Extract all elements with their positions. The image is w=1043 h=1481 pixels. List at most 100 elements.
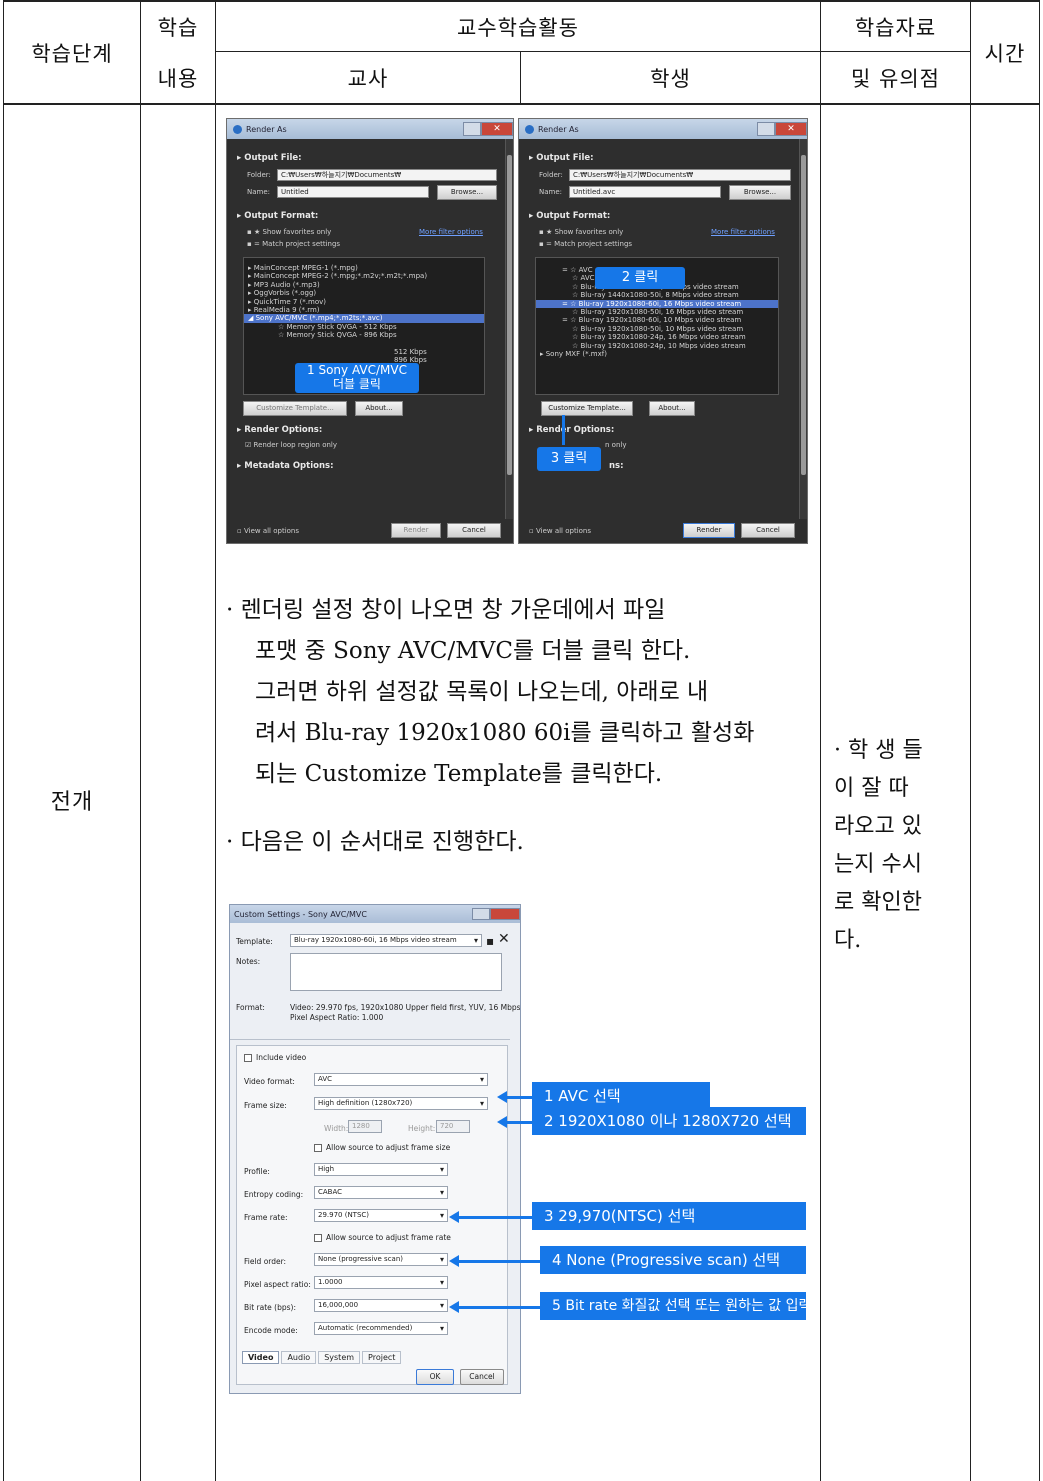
- settings-tabs: Video Audio System Project: [242, 1351, 402, 1364]
- list-item[interactable]: ☆ Blu-ray 1920x1080-24p, 16 Mbps video s…: [536, 333, 778, 341]
- field-order-select[interactable]: None (progressive scan): [314, 1253, 448, 1266]
- stage-value: 전개: [50, 790, 94, 815]
- allow-frame-size-checkbox[interactable]: [314, 1144, 322, 1152]
- render-button[interactable]: Render: [683, 523, 735, 538]
- name-label: Name:: [539, 188, 563, 196]
- list-item[interactable]: = ☆ Blu-ray 1920x1080-60i, 10 Mbps video…: [536, 316, 778, 324]
- format-line-1: Video: 29.970 fps, 1920x1080 Upper field…: [290, 1003, 521, 1012]
- match-project-option[interactable]: ▪ = Match project settings: [539, 240, 632, 248]
- help-button[interactable]: [472, 908, 490, 920]
- render-options-heading: ▸ Render Options:: [529, 425, 615, 435]
- more-filter-link[interactable]: More filter options: [711, 228, 775, 236]
- callout-arrow: [562, 415, 565, 445]
- bitrate-select[interactable]: 16,000,000: [314, 1299, 448, 1312]
- par-select[interactable]: 1.0000: [314, 1276, 448, 1289]
- render-button[interactable]: Render: [391, 523, 441, 538]
- list-item[interactable]: ▸ MP3 Audio (*.mp3): [244, 281, 484, 289]
- loop-region-checkbox[interactable]: ☑ Render loop region only: [245, 441, 337, 449]
- app-icon: [233, 124, 242, 134]
- frame-rate-select[interactable]: 29.970 (NTSC): [314, 1209, 448, 1222]
- close-button[interactable]: [490, 908, 520, 920]
- callout-step-3: 3 클릭: [537, 447, 601, 471]
- name-field[interactable]: Untitled: [277, 186, 429, 198]
- step-5-arrow: [449, 1301, 540, 1313]
- view-all-checkbox[interactable]: ▫ View all options: [237, 527, 299, 535]
- list-item[interactable]: ☆ Blu-ray 1920x1080-50i, 10 Mbps video s…: [536, 325, 778, 333]
- browse-button[interactable]: Browse...: [729, 185, 791, 200]
- field-order-label: Field order:: [244, 1257, 287, 1266]
- profile-label: Profile:: [244, 1167, 270, 1176]
- list-item-selected[interactable]: ◢ Sony AVC/MVC (*.mp4;*.m2ts;*.avc): [244, 314, 484, 323]
- header-content-bottom: 내용: [157, 66, 199, 91]
- encode-mode-select[interactable]: Automatic (recommended): [314, 1322, 448, 1335]
- include-video-checkbox[interactable]: [244, 1054, 252, 1062]
- list-item[interactable]: ☆ Blu-ray 1920x1080-24p, 10 Mbps video s…: [536, 342, 778, 350]
- list-item[interactable]: ▸ Sony MXF (*.mxf): [536, 350, 778, 358]
- more-filter-link[interactable]: More filter options: [419, 228, 483, 236]
- list-item[interactable]: 512 Kbps: [244, 348, 484, 356]
- divider: [230, 1039, 510, 1040]
- list-item[interactable]: ☆ Memory Stick QVGA - 512 Kbps: [244, 323, 484, 331]
- paragraph-line: 려서 Blu-ray 1920x1080 60i를 클릭하고 활성화: [255, 720, 755, 746]
- note-line: 라오고 있: [834, 814, 922, 839]
- teacher-notes: · 학 생 들 이 잘 따 라오고 있 는지 수시 로 확인한 다.: [834, 732, 964, 960]
- height-field[interactable]: 720: [436, 1120, 470, 1133]
- paragraph-line: 포맷 중 Sony AVC/MVC를 더블 클릭 한다.: [255, 638, 691, 664]
- tab-audio[interactable]: Audio: [281, 1351, 317, 1364]
- show-favorites-option[interactable]: ▪ ★ Show favorites only: [247, 228, 331, 236]
- template-select[interactable]: Blu-ray 1920x1080-60i, 16 Mbps video str…: [290, 934, 482, 947]
- tab-project[interactable]: Project: [362, 1351, 402, 1364]
- cancel-button[interactable]: Cancel: [741, 523, 795, 538]
- custom-settings-dialog: Custom Settings - Sony AVC/MVC Template:…: [229, 904, 521, 1394]
- folder-field[interactable]: C:₩Users₩하늘지기₩Documents₩: [569, 169, 791, 181]
- list-item[interactable]: ☆ Memory Stick QVGA - 896 Kbps: [244, 331, 484, 339]
- folder-field[interactable]: C:₩Users₩하늘지기₩Documents₩: [277, 169, 497, 181]
- view-all-checkbox[interactable]: ▫ View all options: [529, 527, 591, 535]
- delete-icon[interactable]: ✕: [498, 931, 510, 947]
- browse-button[interactable]: Browse...: [437, 185, 497, 200]
- list-item[interactable]: ▸ QuickTime 7 (*.mov): [244, 298, 484, 306]
- width-field[interactable]: 1280: [348, 1120, 382, 1133]
- tab-system[interactable]: System: [318, 1351, 361, 1364]
- dialog-title: Custom Settings - Sony AVC/MVC: [234, 909, 367, 919]
- cancel-button[interactable]: Cancel: [447, 523, 501, 538]
- scrollbar[interactable]: [505, 139, 513, 519]
- customize-template-button[interactable]: Customize Template...: [541, 401, 633, 416]
- save-icon[interactable]: ▪: [486, 934, 494, 948]
- list-item[interactable]: ▸ RealMedia 9 (*.rm): [244, 306, 484, 314]
- help-button[interactable]: [463, 122, 481, 136]
- ok-button[interactable]: OK: [416, 1369, 454, 1385]
- entropy-select[interactable]: CABAC: [314, 1186, 448, 1199]
- list-item-selected[interactable]: = ☆ Blu-ray 1920x1080-60i, 16 Mbps video…: [536, 299, 778, 309]
- scrollbar[interactable]: [799, 139, 807, 519]
- render-as-dialog-left: Render As ✕ ▸ Output File: Folder: C:₩Us…: [226, 118, 514, 544]
- frame-size-select[interactable]: High definition (1280x720): [314, 1097, 488, 1110]
- close-button[interactable]: ✕: [775, 122, 807, 136]
- note-line: 로 확인한: [834, 890, 922, 915]
- about-button[interactable]: About...: [355, 401, 403, 416]
- customize-template-button[interactable]: Customize Template...: [243, 401, 347, 416]
- list-item[interactable]: ▸ MainConcept MPEG-2 (*.mpg;*.m2v;*.m2t;…: [244, 272, 484, 280]
- instruction-paragraph: · 렌더링 설정 창이 나오면 창 가운데에서 파일 포맷 중 Sony AVC…: [226, 590, 816, 795]
- par-label: Pixel aspect ratio:: [244, 1280, 311, 1289]
- header-materials-bottom: 및 유의점: [851, 66, 940, 91]
- name-field[interactable]: Untitled.avc: [569, 186, 721, 198]
- close-button[interactable]: ✕: [481, 122, 513, 136]
- list-item[interactable]: ☆ Blu-ray 1920x1080-50i, 16 Mbps video s…: [536, 308, 778, 316]
- notes-field[interactable]: [290, 953, 502, 991]
- dialog-title: Render As: [538, 124, 579, 134]
- tab-video[interactable]: Video: [242, 1351, 280, 1364]
- list-item[interactable]: ▸ MainConcept MPEG-1 (*.mpg): [244, 264, 484, 272]
- show-favorites-option[interactable]: ▪ ★ Show favorites only: [539, 228, 623, 236]
- output-file-heading: ▸ Output File:: [529, 153, 594, 163]
- note-line: 는지 수시: [834, 852, 922, 877]
- allow-frame-rate-checkbox[interactable]: [314, 1234, 322, 1242]
- list-item[interactable]: ☆ Blu-ray 1440x1080-50i, 8 Mbps video st…: [536, 291, 778, 299]
- help-button[interactable]: [757, 122, 775, 136]
- list-item[interactable]: ▸ OggVorbis (*.ogg): [244, 289, 484, 297]
- about-button[interactable]: About...: [649, 401, 695, 416]
- cancel-button[interactable]: Cancel: [460, 1369, 504, 1385]
- profile-select[interactable]: High: [314, 1163, 448, 1176]
- match-project-option[interactable]: ▪ = Match project settings: [247, 240, 340, 248]
- video-format-select[interactable]: AVC: [314, 1073, 488, 1086]
